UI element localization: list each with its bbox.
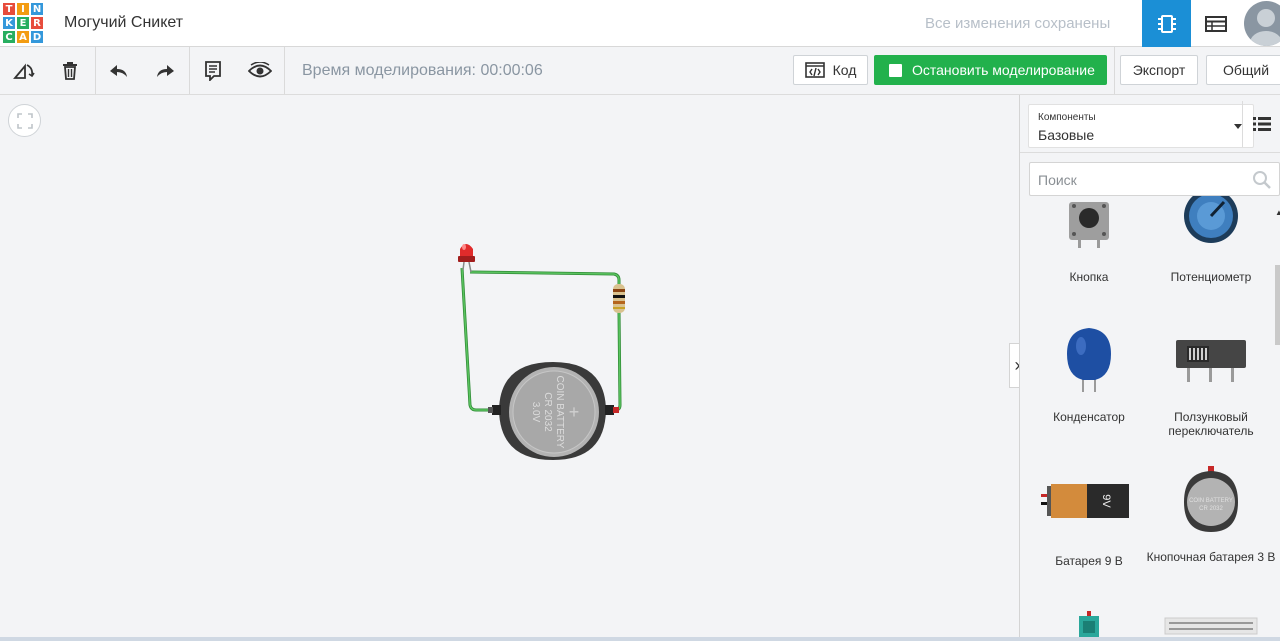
share-button[interactable]: Общий (1206, 55, 1280, 85)
coin-thumb-label: COIN BATTERY (1189, 498, 1233, 504)
component-item[interactable] (1146, 616, 1276, 636)
component-name: Кнопочная батарея 3 В (1146, 550, 1276, 564)
logo-letter: A (16, 30, 30, 44)
export-button[interactable]: Экспорт (1120, 55, 1198, 85)
rotate-icon (13, 63, 35, 79)
battery-9v-icon: 9V (1041, 484, 1129, 518)
logo-letter: K (2, 16, 16, 30)
stop-simulation-label: Остановить моделирование (912, 62, 1095, 78)
redo-icon (157, 64, 174, 77)
simulation-time: Время моделирования: 00:00:06 (302, 62, 543, 79)
coin-thumb-label: CR 2032 (1199, 506, 1223, 512)
component-list-button[interactable] (1191, 0, 1241, 47)
components-dropdown[interactable]: Компоненты Базовые (1028, 104, 1254, 148)
code-icon (804, 62, 825, 78)
stop-icon (889, 63, 902, 77)
sidebar-scrollbar[interactable] (1275, 265, 1280, 345)
user-icon (1250, 9, 1280, 46)
component-name: Ползунковый переключатель (1168, 410, 1254, 438)
breadboard-icon (1164, 617, 1258, 635)
capacitor-icon (1067, 328, 1111, 392)
battery-label: 3.0V (530, 402, 541, 423)
logo-letter: N (30, 2, 44, 16)
logo-letter: R (30, 16, 44, 30)
potentiometer-icon (1184, 196, 1238, 243)
table-icon (1205, 15, 1227, 32)
scroll-up-arrow[interactable]: ▲ (1275, 208, 1280, 217)
slide-switch-icon (1176, 340, 1246, 382)
battery-label: CR 2032 (542, 392, 553, 432)
pushbutton-icon (1069, 202, 1109, 248)
logo-letter: I (16, 2, 30, 16)
components-dropdown-value: Базовые (1038, 127, 1095, 143)
component-item[interactable]: Ползунковый переключатель (1146, 336, 1276, 438)
search-input[interactable] (1038, 169, 1243, 191)
undo-button[interactable] (96, 47, 142, 94)
list-icon (1252, 117, 1271, 131)
caret-down-icon (1234, 124, 1242, 129)
search-icon[interactable] (1252, 170, 1272, 190)
component-item[interactable]: Кнопка (1024, 196, 1154, 284)
component-name: Батарея 9 В (1055, 554, 1123, 568)
notes-icon (205, 60, 221, 81)
avatar[interactable] (1244, 1, 1280, 46)
resistor-component[interactable] (613, 284, 625, 313)
logo-letter: D (30, 30, 44, 44)
circuit-diagram: COIN BATTERY CR 2032 3.0V + (458, 244, 625, 460)
battery-plus-label: + (569, 402, 580, 422)
undo-icon (110, 64, 127, 77)
component-name: Потенциометр (1170, 270, 1252, 284)
led-component[interactable] (458, 244, 475, 273)
tinkercad-logo[interactable]: T I N K E R C A D (2, 2, 44, 44)
trash-icon (63, 61, 77, 80)
components-dropdown-label: Компоненты (1038, 112, 1096, 123)
delete-button[interactable] (47, 47, 93, 94)
project-title[interactable]: Могучий Сникет (64, 14, 183, 32)
wire[interactable] (608, 311, 622, 412)
toolbar-divider (1114, 47, 1115, 94)
code-button[interactable]: Код (793, 55, 868, 85)
logo-letter: C (2, 30, 16, 44)
toolbar: Время моделирования: 00:00:06 Код Остано… (0, 47, 1280, 95)
save-status: Все изменения сохранены (925, 15, 1111, 32)
coin-battery-icon: COIN BATTERY CR 2032 (1184, 466, 1238, 532)
component-name: Кнопка (1069, 270, 1109, 284)
workplane-canvas[interactable]: COIN BATTERY CR 2032 3.0V + (0, 95, 1019, 641)
battery-9v-label: 9V (1100, 494, 1112, 508)
component-item[interactable]: Конденсатор (1024, 326, 1154, 424)
notes-button[interactable] (190, 47, 236, 94)
wire[interactable] (460, 267, 497, 412)
rotate-button[interactable] (1, 47, 47, 94)
chip-icon (1157, 14, 1176, 33)
code-button-label: Код (832, 62, 857, 78)
list-view-toggle[interactable] (1242, 101, 1280, 147)
component-item[interactable]: Потенциометр (1146, 196, 1276, 284)
logo-letter: E (16, 16, 30, 30)
circuit-view-button[interactable] (1142, 0, 1191, 47)
battery-label: COIN BATTERY (554, 376, 565, 449)
component-name: Конденсатор (1053, 410, 1125, 424)
toolbar-divider (284, 47, 285, 94)
eye-icon (248, 61, 272, 77)
redo-button[interactable] (142, 47, 188, 94)
top-bar: T I N K E R C A D Могучий Сникет Все изм… (0, 0, 1280, 47)
component-item[interactable]: 9V Батарея 9 В (1024, 476, 1154, 568)
component-grid: Кнопка Потенциометр Конденсатор Ползунко… (1020, 196, 1280, 641)
stop-simulation-button[interactable]: Остановить моделирование (874, 55, 1107, 85)
search-box[interactable] (1029, 162, 1280, 196)
visibility-button[interactable] (237, 47, 283, 94)
sidebar-divider (1020, 152, 1280, 153)
component-item[interactable]: COIN BATTERY CR 2032 Кнопочная батарея 3… (1146, 466, 1276, 564)
coin-battery-component[interactable]: COIN BATTERY CR 2032 3.0V + (488, 362, 619, 460)
taskbar-strip (0, 637, 1280, 641)
logo-letter: T (2, 2, 16, 16)
